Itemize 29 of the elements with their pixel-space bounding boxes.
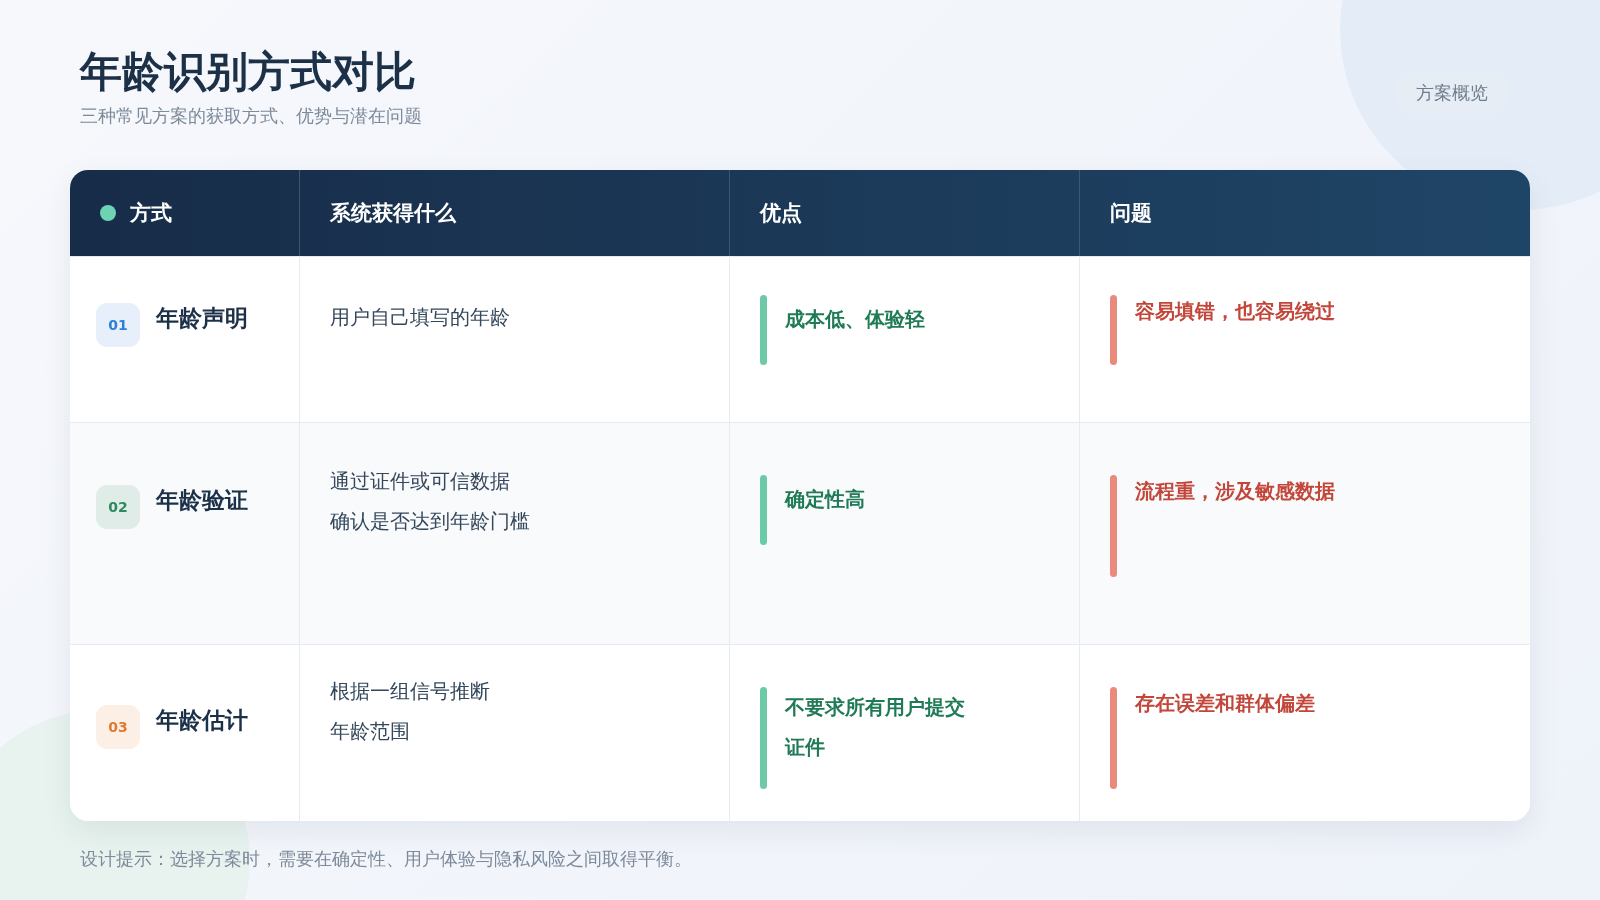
cell-text: 根据一组信号推断 [330, 678, 491, 705]
pro-text: 不要求所有用户提交 [785, 694, 965, 721]
pro-text: 证件 [785, 734, 826, 761]
page-title: 年龄识别方式对比 [80, 46, 417, 98]
number-badge: 01 [96, 303, 140, 347]
cell-text: 年龄范围 [330, 718, 411, 745]
method-name: 年龄验证 [156, 486, 248, 515]
con-text: 存在误差和群体偏差 [1135, 690, 1315, 717]
cell-text: 用户自己填写的年龄 [330, 304, 511, 331]
column-header: 优点 [760, 200, 802, 227]
status-dot [100, 205, 116, 221]
accent-bar [1110, 295, 1117, 365]
column-header: 问题 [1110, 200, 1152, 227]
pro-text: 确定性高 [785, 486, 865, 513]
page-subtitle: 三种常见方案的获取方式、优势与潜在问题 [80, 104, 422, 128]
number-badge: 02 [96, 485, 140, 529]
cell-text: 通过证件或可信数据 [330, 468, 511, 495]
method-name: 年龄声明 [156, 304, 248, 333]
footer-note: 设计提示：选择方案时，需要在确定性、用户体验与隐私风险之间取得平衡。 [79, 847, 693, 871]
method-name: 年龄估计 [156, 706, 248, 735]
accent-bar [760, 295, 767, 365]
accent-bar [760, 475, 767, 545]
column-header: 方式 [130, 200, 172, 227]
cell-text: 确认是否达到年龄门槛 [330, 508, 531, 535]
pro-text: 成本低、体验轻 [785, 306, 925, 333]
con-text: 流程重，涉及敏感数据 [1135, 478, 1335, 505]
column-header: 系统获得什么 [330, 200, 456, 227]
number-badge: 03 [96, 705, 140, 749]
con-text: 容易填错，也容易绕过 [1135, 298, 1335, 325]
